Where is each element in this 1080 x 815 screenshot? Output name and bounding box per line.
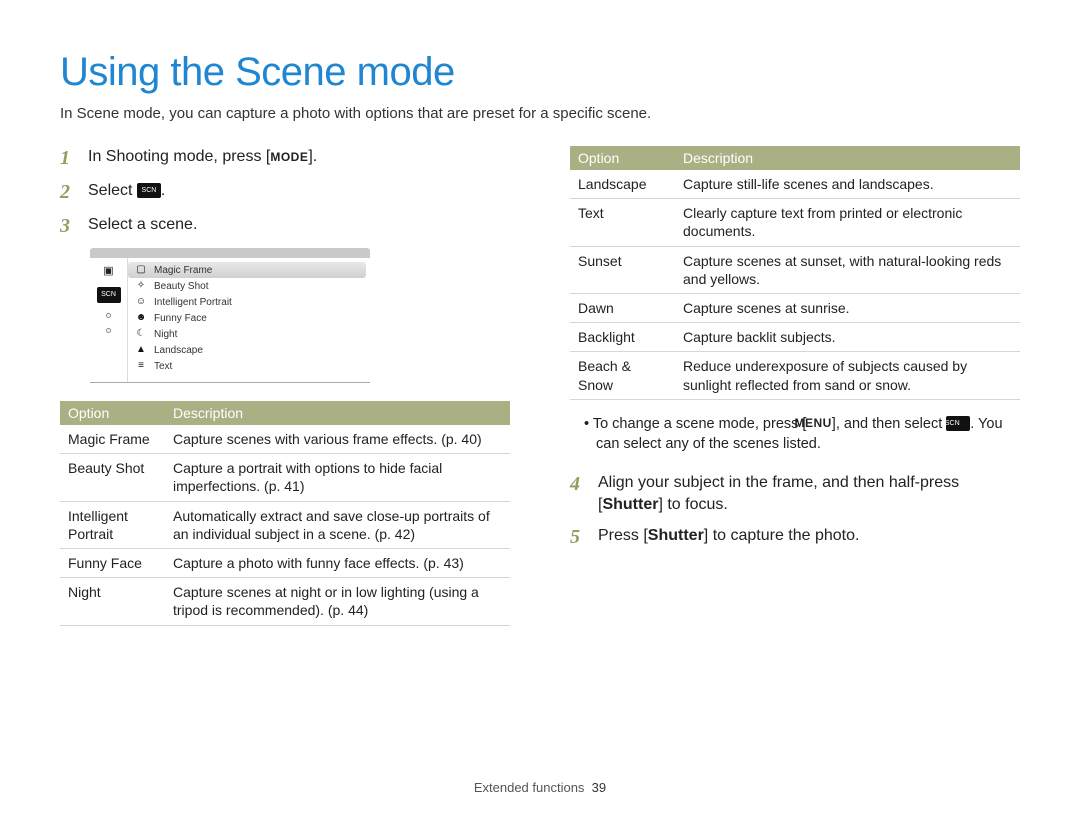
beauty-shot-icon: ✧ <box>134 280 148 292</box>
text-icon: ≡ <box>134 360 148 372</box>
landscape-icon: ▲ <box>134 344 148 356</box>
options-table-1: Option Description Magic FrameCapture sc… <box>60 401 510 626</box>
table-row: DawnCapture scenes at sunrise. <box>570 293 1020 322</box>
step-1: 1 In Shooting mode, press [MODE]. <box>60 146 510 170</box>
table-row: Beauty ShotCapture a portrait with optio… <box>60 454 510 501</box>
camera-icon: ▣ <box>103 264 113 277</box>
mode-dot-icon <box>106 313 111 318</box>
table-row: LandscapeCapture still-life scenes and l… <box>570 170 1020 199</box>
table-header-description: Description <box>675 146 1020 170</box>
left-column: 1 In Shooting mode, press [MODE]. 2 Sele… <box>60 146 510 626</box>
step-2-text-b: . <box>161 182 165 199</box>
step-4-text-b: ] to focus. <box>658 496 727 513</box>
page-footer: Extended functions 39 <box>0 780 1080 795</box>
night-icon: ☾ <box>134 328 148 340</box>
table-row: BacklightCapture backlit subjects. <box>570 323 1020 352</box>
table-row: Magic FrameCapture scenes with various f… <box>60 425 510 454</box>
step-number: 1 <box>60 146 88 170</box>
step-number: 5 <box>570 525 598 549</box>
table-row: NightCapture scenes at night or in low l… <box>60 578 510 625</box>
step-5-text-b: ] to capture the photo. <box>704 527 860 544</box>
step-number: 3 <box>60 214 88 238</box>
table-row: SunsetCapture scenes at sunset, with nat… <box>570 246 1020 293</box>
mode-key-icon: MODE <box>270 149 308 165</box>
step-2-text-a: Select <box>88 182 137 199</box>
scene-item-text: ≡Text <box>128 358 366 374</box>
step-3: 3 Select a scene. <box>60 214 510 238</box>
scene-list-screenshot: ▣ SCN ▢Magic Frame ✧Beauty Shot ☺Intelli… <box>90 248 370 383</box>
table-header-option: Option <box>570 146 675 170</box>
scene-item-magic-frame: ▢Magic Frame <box>128 262 366 278</box>
step-3-text: Select a scene. <box>88 214 197 236</box>
mode-dot-icon <box>106 328 111 333</box>
shutter-label: Shutter <box>602 496 658 513</box>
menu-key-icon: MENU <box>806 415 831 432</box>
step-number: 4 <box>570 472 598 496</box>
step-5-text-a: Press [ <box>598 527 648 544</box>
page-title: Using the Scene mode <box>60 50 1020 95</box>
step-1-text-b: ]. <box>308 148 317 165</box>
step-5: 5 Press [Shutter] to capture the photo. <box>570 525 1020 549</box>
portrait-icon: ☺ <box>134 296 148 308</box>
scene-item-intelligent-portrait: ☺Intelligent Portrait <box>128 294 366 310</box>
table-header-option: Option <box>60 401 165 425</box>
scn-icon <box>137 183 161 198</box>
scene-item-night: ☾Night <box>128 326 366 342</box>
scn-mode-icon: SCN <box>97 287 121 303</box>
right-column: Option Description LandscapeCapture stil… <box>570 146 1020 626</box>
options-table-2: Option Description LandscapeCapture stil… <box>570 146 1020 400</box>
shutter-label: Shutter <box>648 527 704 544</box>
scene-item-landscape: ▲Landscape <box>128 342 366 358</box>
table-row: Funny FaceCapture a photo with funny fac… <box>60 548 510 577</box>
table-row: Beach & SnowReduce underexposure of subj… <box>570 352 1020 399</box>
intro-text: In Scene mode, you can capture a photo w… <box>60 105 1020 122</box>
scene-item-funny-face: ☻Funny Face <box>128 310 366 326</box>
step-1-text-a: In Shooting mode, press [ <box>88 148 270 165</box>
scn-icon <box>946 416 970 431</box>
funny-face-icon: ☻ <box>134 312 148 324</box>
table-row: TextClearly capture text from printed or… <box>570 199 1020 246</box>
magic-frame-icon: ▢ <box>134 264 148 276</box>
scene-item-beauty-shot: ✧Beauty Shot <box>128 278 366 294</box>
step-number: 2 <box>60 180 88 204</box>
footer-section: Extended functions <box>474 780 585 795</box>
table-header-description: Description <box>165 401 510 425</box>
footer-page-number: 39 <box>592 780 606 795</box>
step-4: 4 Align your subject in the frame, and t… <box>570 472 1020 515</box>
table-row: Intelligent PortraitAutomatically extrac… <box>60 501 510 548</box>
scene-change-note: To change a scene mode, press [MENU], an… <box>584 414 1020 455</box>
step-2: 2 Select . <box>60 180 510 204</box>
